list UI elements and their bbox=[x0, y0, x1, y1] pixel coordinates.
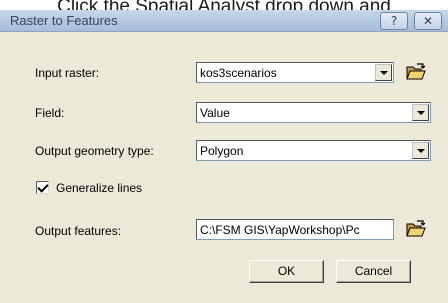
geometry-type-dropdown[interactable]: Polygon bbox=[196, 140, 431, 161]
close-button[interactable]: ✕ bbox=[414, 12, 442, 30]
chevron-down-icon[interactable] bbox=[375, 64, 392, 81]
field-label: Field: bbox=[35, 106, 65, 120]
geometry-type-value: Polygon bbox=[200, 144, 244, 158]
chevron-down-icon[interactable] bbox=[412, 104, 429, 121]
close-icon: ✕ bbox=[422, 14, 434, 28]
geometry-type-label: Output geometry type: bbox=[35, 144, 154, 158]
output-features-browse-button[interactable] bbox=[404, 218, 428, 240]
field-value: Value bbox=[200, 106, 230, 120]
generalize-lines-label[interactable]: Generalize lines bbox=[56, 181, 142, 195]
title-bar[interactable]: Raster to Features ? ✕ bbox=[0, 10, 448, 32]
output-features-label: Output features: bbox=[35, 224, 122, 238]
input-raster-label: Input raster: bbox=[35, 66, 100, 80]
output-features-field[interactable]: C:\FSM GIS\YapWorkshop\Pc bbox=[196, 219, 394, 240]
cancel-button[interactable]: Cancel bbox=[336, 260, 411, 283]
output-features-value: C:\FSM GIS\YapWorkshop\Pc bbox=[200, 223, 360, 237]
open-folder-icon bbox=[406, 63, 426, 80]
generalize-lines-checkbox[interactable] bbox=[36, 181, 49, 194]
chevron-down-icon[interactable] bbox=[412, 142, 429, 159]
open-folder-icon bbox=[406, 220, 426, 237]
raster-to-features-dialog: Raster to Features ? ✕ Input raster: kos… bbox=[0, 10, 448, 303]
field-dropdown[interactable]: Value bbox=[196, 102, 431, 123]
input-raster-value: kos3scenarios bbox=[200, 66, 277, 80]
input-raster-dropdown[interactable]: kos3scenarios bbox=[196, 62, 394, 83]
help-button[interactable]: ? bbox=[380, 12, 408, 30]
help-icon: ? bbox=[390, 14, 398, 28]
input-raster-browse-button[interactable] bbox=[404, 61, 428, 83]
window-title: Raster to Features bbox=[10, 13, 118, 28]
ok-button[interactable]: OK bbox=[249, 260, 324, 283]
